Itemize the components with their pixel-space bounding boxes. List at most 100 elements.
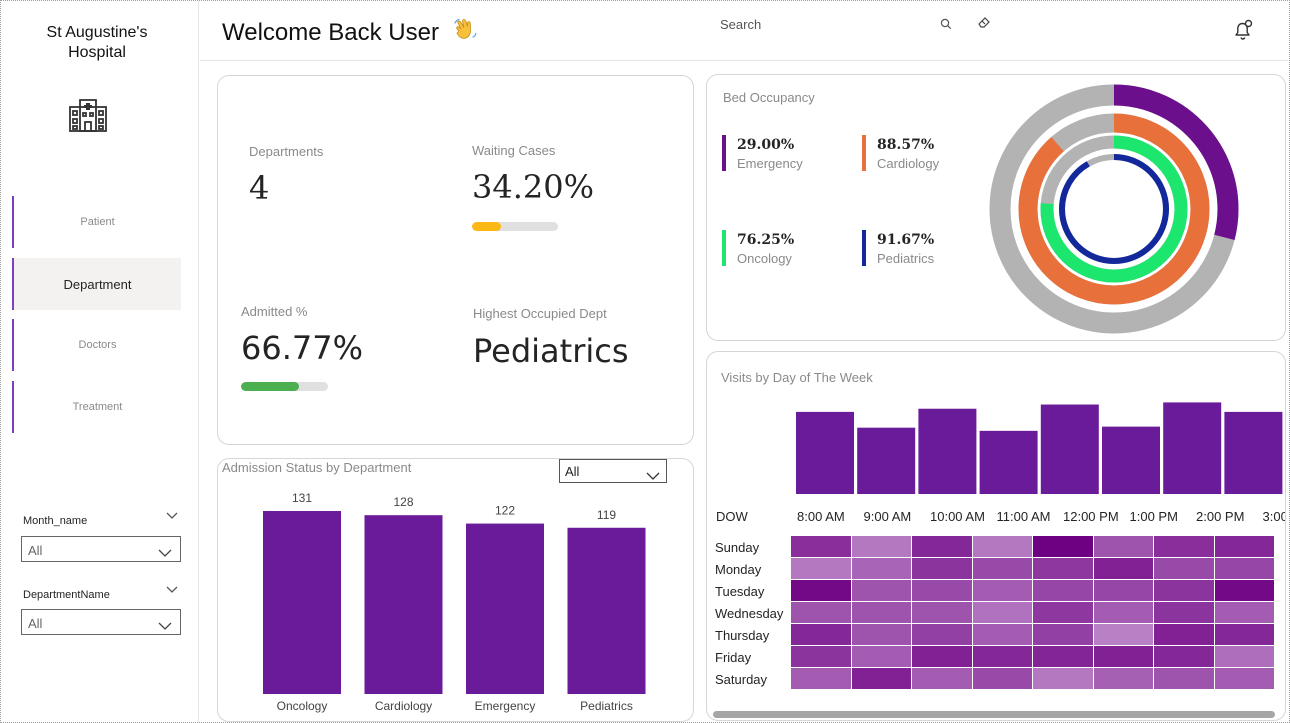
heatmap-cell[interactable] [1093, 668, 1154, 690]
heatmap-cell[interactable] [791, 536, 852, 558]
month-slicer-dropdown[interactable]: All [21, 536, 181, 562]
heatmap-cell[interactable] [1033, 602, 1094, 624]
heatmap-cell[interactable] [912, 558, 973, 580]
nav-treatment[interactable]: Treatment [12, 381, 181, 433]
heatmap-hour-label: 8:00 AM [797, 509, 845, 524]
visits-bar-0[interactable] [796, 411, 854, 494]
heatmap-cell[interactable] [1154, 558, 1215, 580]
heatmap-cell[interactable] [1154, 602, 1215, 624]
department-slicer-label: DepartmentName [23, 589, 110, 601]
admission-bar-pediatrics[interactable] [567, 527, 646, 694]
heatmap-cell[interactable] [912, 668, 973, 690]
month-slicer-label: Month_name [23, 515, 88, 527]
admission-bar-cardiology[interactable] [364, 515, 443, 694]
heatmap-day-label: Saturday [715, 672, 768, 687]
heatmap-cell[interactable] [1154, 536, 1215, 558]
heatmap-cell[interactable] [912, 646, 973, 668]
chevron-down-icon[interactable] [166, 512, 178, 523]
visits-bar-5[interactable] [1102, 426, 1160, 494]
heatmap-cell[interactable] [1214, 536, 1275, 558]
heatmap-cell[interactable] [1214, 668, 1275, 690]
visits-bar-1[interactable] [857, 427, 916, 494]
visits-bar-6[interactable] [1163, 402, 1222, 494]
heatmap-cell[interactable] [851, 668, 912, 690]
eraser-icon[interactable] [977, 15, 991, 34]
heatmap-cell[interactable] [1033, 558, 1094, 580]
heatmap-cell[interactable] [1154, 646, 1215, 668]
heatmap-cell[interactable] [851, 558, 912, 580]
visits-bar-2[interactable] [918, 408, 977, 494]
heatmap-day-label: Thursday [715, 628, 770, 643]
heatmap-cell[interactable] [1033, 580, 1094, 602]
heatmap-cell[interactable] [972, 624, 1033, 646]
heatmap-cell[interactable] [1214, 602, 1275, 624]
admission-value-label: 119 [597, 508, 616, 522]
heatmap-cell[interactable] [1033, 668, 1094, 690]
ring-value-cardiology[interactable] [1018, 113, 1210, 305]
heatmap-cell[interactable] [1093, 602, 1154, 624]
page-title: Welcome Back User [222, 17, 478, 50]
chevron-down-icon[interactable] [166, 586, 178, 597]
heatmap-cell[interactable] [972, 602, 1033, 624]
heatmap-cell[interactable] [972, 668, 1033, 690]
heatmap-cell[interactable] [851, 602, 912, 624]
heatmap-cell[interactable] [1214, 624, 1275, 646]
search-input[interactable]: Search [720, 17, 761, 32]
heatmap-cell[interactable] [1093, 646, 1154, 668]
heatmap-cell[interactable] [791, 646, 852, 668]
heatmap-cell[interactable] [791, 668, 852, 690]
heatmap-cell[interactable] [851, 624, 912, 646]
heatmap-cell[interactable] [1214, 558, 1275, 580]
admission-bar-emergency[interactable] [466, 523, 544, 694]
heatmap-cell[interactable] [912, 624, 973, 646]
heatmap-cell[interactable] [1154, 668, 1215, 690]
heatmap-cell[interactable] [851, 646, 912, 668]
heatmap-cell[interactable] [791, 558, 852, 580]
heatmap-day-label: Wednesday [715, 606, 784, 621]
department-slicer-dropdown[interactable]: All [21, 609, 181, 635]
visits-bar-3[interactable] [979, 430, 1038, 494]
heatmap-cell[interactable] [1033, 536, 1094, 558]
heatmap-cell[interactable] [1154, 624, 1215, 646]
heatmap-cell[interactable] [1154, 580, 1215, 602]
heatmap-cell[interactable] [851, 536, 912, 558]
visits-bar-chart [796, 402, 1283, 494]
heatmap-cell[interactable] [1033, 646, 1094, 668]
heatmap-cell[interactable] [912, 580, 973, 602]
heatmap-cell[interactable] [1093, 536, 1154, 558]
pediatrics-legend-color [862, 230, 866, 266]
highest-dept-label: Highest Occupied Dept [473, 306, 607, 321]
heatmap-day-label: Friday [715, 650, 752, 665]
nav-doctors[interactable]: Doctors [12, 319, 181, 371]
heatmap-cell[interactable] [1093, 558, 1154, 580]
heatmap-cell[interactable] [851, 580, 912, 602]
heatmap-cell[interactable] [912, 602, 973, 624]
ring-value-pediatrics[interactable] [1059, 154, 1169, 264]
heatmap-cell[interactable] [1033, 624, 1094, 646]
notification-bell-icon[interactable] [1232, 19, 1254, 46]
heatmap-day-label: Monday [715, 562, 762, 577]
heatmap-cell[interactable] [972, 536, 1033, 558]
nav-patient[interactable]: Patient [12, 196, 181, 248]
nav-department[interactable]: Department [12, 258, 181, 310]
heatmap-cell[interactable] [791, 580, 852, 602]
heatmap-cell[interactable] [912, 536, 973, 558]
hospital-building-icon [68, 97, 108, 138]
bed-occupancy-radial-chart [989, 84, 1239, 334]
heatmap-cell[interactable] [791, 602, 852, 624]
heatmap-cell[interactable] [1214, 646, 1275, 668]
heatmap-cell[interactable] [1093, 580, 1154, 602]
admission-bar-oncology[interactable] [263, 511, 341, 694]
emergency-legend-color [722, 135, 726, 171]
search-icon[interactable] [940, 17, 952, 35]
heatmap-cell[interactable] [1214, 580, 1275, 602]
heatmap-cell[interactable] [972, 646, 1033, 668]
horizontal-scrollbar[interactable] [713, 711, 1275, 718]
heatmap-cell[interactable] [791, 624, 852, 646]
heatmap-cell[interactable] [972, 580, 1033, 602]
emergency-legend-value: 29.00% [737, 137, 795, 153]
heatmap-cell[interactable] [1093, 624, 1154, 646]
heatmap-cell[interactable] [972, 558, 1033, 580]
visits-bar-4[interactable] [1040, 404, 1099, 494]
visits-bar-7[interactable] [1224, 411, 1283, 494]
